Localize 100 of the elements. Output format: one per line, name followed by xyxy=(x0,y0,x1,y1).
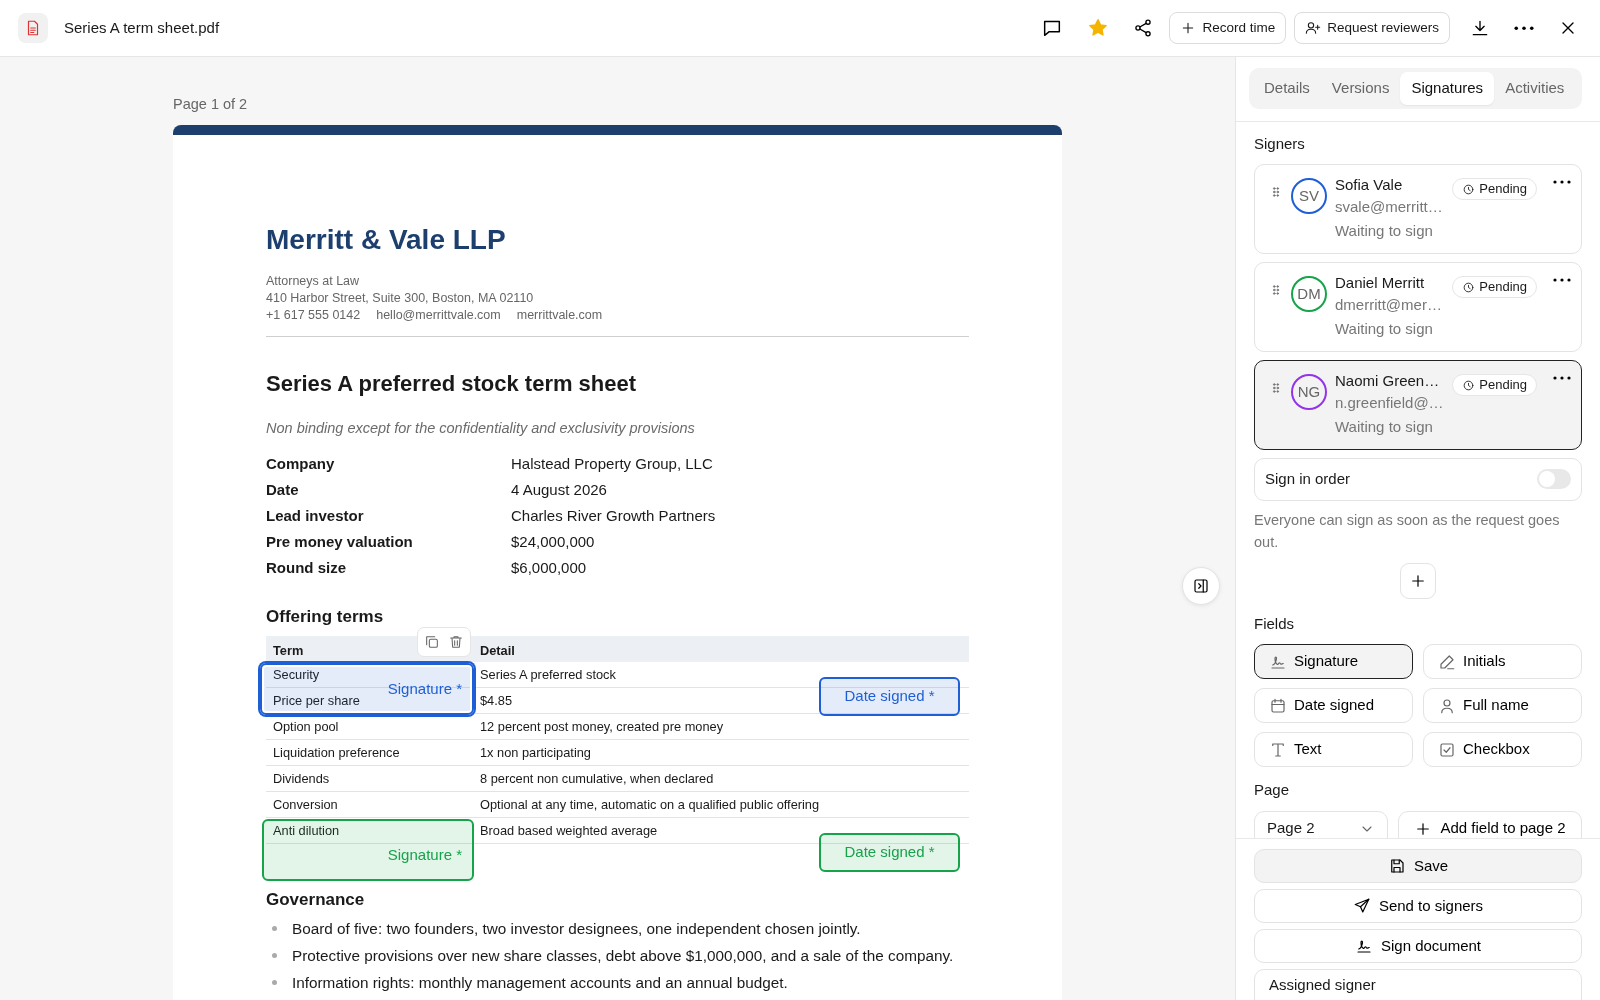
calendar-icon xyxy=(1269,696,1287,715)
pending-badge: Pending xyxy=(1452,374,1537,396)
signer-name: Daniel Merritt xyxy=(1335,274,1425,291)
signer-avatar: NG xyxy=(1291,374,1327,410)
date-signed-field[interactable]: Date signed * xyxy=(819,676,960,716)
more-icon xyxy=(1553,180,1571,184)
more-button[interactable] xyxy=(1553,278,1571,282)
hint-text: Everyone can sign as soon as the request goes out. xyxy=(1254,510,1561,552)
copy-icon xyxy=(424,633,440,650)
pending-badge: Pending xyxy=(1452,276,1537,298)
column-header: Detail xyxy=(473,635,969,662)
bullet-text: Information rights: monthly management accounts and an annual budget. xyxy=(292,972,788,993)
fact-value: $24,000,000 xyxy=(511,532,595,553)
fact-label: Date xyxy=(266,481,299,499)
document-subtitle: Non binding except for the confidentiality and exclusivity provisions xyxy=(266,419,695,436)
send-button[interactable]: Send to signers xyxy=(1254,889,1582,923)
bullet-icon xyxy=(272,925,277,931)
trash-icon xyxy=(448,633,464,650)
signer-name: Naomi Green… xyxy=(1335,372,1440,389)
signer-email: n.greenfield@… xyxy=(1335,394,1444,411)
more-button[interactable] xyxy=(1553,180,1571,184)
more-button[interactable] xyxy=(1553,376,1571,380)
table-cell: Conversion xyxy=(266,791,473,818)
bullet-text: Protective provisions over new share classes, debt above $1,000,000, and a sale of the company. xyxy=(292,945,954,966)
firm-tagline: Attorneys at Law xyxy=(266,274,360,289)
add-signer-button[interactable] xyxy=(1400,562,1436,599)
table-cell: 8 percent non cumulative, when declared xyxy=(473,765,969,792)
more-icon xyxy=(1553,376,1571,380)
text-icon xyxy=(1269,740,1287,759)
clock-icon xyxy=(1462,280,1476,294)
table-cell: Anti dilution xyxy=(266,817,473,844)
field-type-button[interactable]: Signature xyxy=(1254,644,1413,679)
clock-icon xyxy=(1462,182,1476,196)
tab[interactable]: Activities xyxy=(1494,72,1576,105)
record-time-button[interactable]: Record time xyxy=(1169,11,1287,45)
more-icon xyxy=(1514,25,1534,31)
field-type-button[interactable]: Checkbox xyxy=(1423,732,1582,767)
table-cell: Broad based weighted average xyxy=(473,817,969,844)
signer-avatar: SV xyxy=(1291,178,1327,214)
page-heading: Page xyxy=(1254,781,1290,798)
checkbox-icon xyxy=(1438,740,1456,759)
table-cell: 1x non participating xyxy=(473,739,969,766)
request-reviewers-button[interactable]: Request reviewers xyxy=(1294,11,1450,45)
page-select[interactable]: Page 2 xyxy=(1254,810,1388,838)
person-icon xyxy=(1438,696,1456,715)
save-button[interactable]: Save xyxy=(1254,849,1582,883)
signer-avatar: DM xyxy=(1291,276,1327,312)
signer-card[interactable]: SV Sofia Vale svale@merritt… Waiting to sign Pending xyxy=(1254,164,1582,254)
assigned-signer-card: Assigned signer xyxy=(1254,969,1582,1000)
collapse-panel-button[interactable] xyxy=(1182,567,1220,605)
table-cell: Optional at any time, automatic on a qualified public offering xyxy=(473,791,969,818)
fact-label: Lead investor xyxy=(266,507,364,525)
fact-value: Halstead Property Group, LLC xyxy=(511,454,713,475)
table-cell: 12 percent post money, created pre money xyxy=(473,713,969,740)
fact-value: 4 August 2026 xyxy=(511,480,607,501)
tab[interactable]: Versions xyxy=(1320,72,1401,105)
tab[interactable]: Details xyxy=(1253,72,1321,105)
add-field-button[interactable]: Add field to page 2 xyxy=(1398,810,1582,838)
signer-email: svale@merritt… xyxy=(1335,198,1443,215)
signer-status: Waiting to sign xyxy=(1335,418,1433,435)
signers-heading: Signers xyxy=(1254,134,1305,152)
fields-heading: Fields xyxy=(1254,614,1294,632)
field-type-button[interactable]: Date signed xyxy=(1254,688,1413,723)
signer-status: Waiting to sign xyxy=(1335,222,1433,239)
table-cell: Series A preferred stock xyxy=(473,661,969,688)
sign-button[interactable]: Sign document xyxy=(1254,929,1582,963)
page-label: Page 1 of 2 xyxy=(173,96,248,112)
more-icon xyxy=(1553,278,1571,282)
bullet-text: Board of five: two founders, two investor designees, one independent chosen jointly. xyxy=(292,918,861,939)
firm-contact: merrittvale.com xyxy=(516,307,603,325)
fact-label: Company xyxy=(266,455,335,473)
duplicate-button[interactable] xyxy=(424,633,440,650)
add-user-icon xyxy=(1305,20,1322,36)
field-type-button[interactable]: Full name xyxy=(1423,688,1582,723)
table-cell: Option pool xyxy=(266,713,473,740)
file-name: Series A term sheet.pdf xyxy=(64,17,220,38)
share-icon xyxy=(1133,18,1154,38)
signer-status: Waiting to sign xyxy=(1335,320,1433,337)
fact-label: Round size xyxy=(266,559,346,577)
pending-badge: Pending xyxy=(1452,178,1537,200)
section-heading: Governance xyxy=(266,890,366,911)
download-icon xyxy=(1470,18,1490,38)
fact-value: $6,000,000 xyxy=(511,558,587,579)
tab[interactable]: Signatures xyxy=(1400,72,1495,105)
field-type-button[interactable]: Initials xyxy=(1423,644,1582,679)
fact-value: Charles River Growth Partners xyxy=(511,506,716,527)
clock-icon xyxy=(1462,378,1476,392)
field-type-button[interactable]: Text xyxy=(1254,732,1413,767)
section-heading: Offering terms xyxy=(266,607,385,628)
pen-icon xyxy=(1438,652,1456,671)
document-title: Series A preferred stock term sheet xyxy=(266,371,638,398)
firm-contact: +1 617 555 0142 xyxy=(266,307,361,325)
firm-name: Merritt & Vale LLP xyxy=(266,222,507,257)
panel-icon xyxy=(1192,577,1210,595)
firm-address: 410 Harbor Street, Suite 300, Boston, MA 02110 xyxy=(266,291,534,306)
signer-email: dmerritt@mer… xyxy=(1335,296,1442,313)
firm-contact: hello@merrittvale.com xyxy=(376,307,501,325)
table-cell: Dividends xyxy=(266,765,473,792)
sign-in-order-label: Sign in order xyxy=(1265,469,1351,489)
delete-button[interactable] xyxy=(448,633,464,650)
